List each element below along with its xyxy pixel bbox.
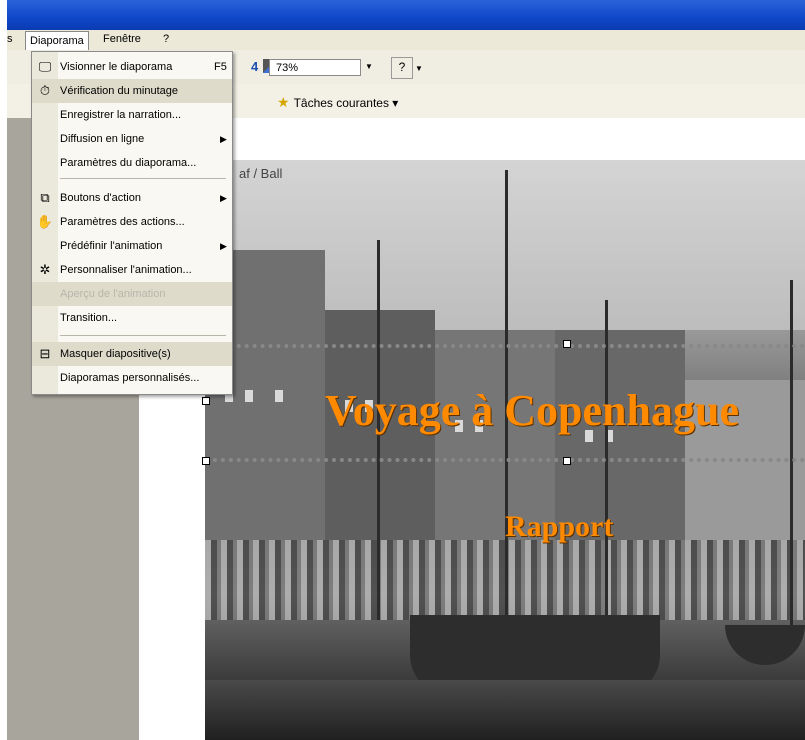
diaporama-dropdown-menu: 🖵 Visionner le diaporama F5 ⏱ Vérificati… [31,51,233,395]
zoom-dropdown-icon[interactable]: ▼ [365,62,373,71]
menu-item-label: Paramètres du diaporama... [60,157,197,169]
menu-item-label: Paramètres des actions... [60,216,185,228]
menu-item-label: Masquer diapositive(s) [60,348,171,360]
menu-item-custom-shows[interactable]: Diaporamas personnalisés... [32,366,232,390]
menu-bar: s Diaporama Fenêtre ? [7,30,805,50]
app-window: s Diaporama Fenêtre ? 4 73% ▼ ? ▼ ★ Tâche… [7,0,805,740]
menu-separator [60,335,226,336]
menu-help[interactable]: ? [163,33,169,45]
menu-item-label: Enregistrer la narration... [60,109,182,121]
chart-icon[interactable]: 4 [251,59,258,74]
menu-item-action-settings[interactable]: ✋ Paramètres des actions... [32,210,232,234]
star-icon: ★ [277,94,290,110]
menu-item-label: Vérification du minutage [60,85,179,97]
menu-diaporama[interactable]: Diaporama [25,31,89,50]
menu-item-edge[interactable]: s [7,33,13,45]
slide-subtitle[interactable]: Rapport [505,510,613,544]
custom-animation-icon: ✲ [39,262,51,277]
menu-item-label: Diffusion en ligne [60,133,145,145]
slide-title[interactable]: Voyage à Copenhague [325,385,739,436]
help-button[interactable]: ? [391,57,413,79]
menu-item-slideshow-settings[interactable]: Paramètres du diaporama... [32,151,232,175]
help-dropdown-icon[interactable]: ▼ [415,64,423,73]
action-buttons-icon: ⧉ [40,190,50,205]
shortcut-label: F5 [214,61,227,73]
projector-icon: 🖵 [38,59,52,74]
slide-text-layer: Voyage à Copenhague Rapport [205,160,805,740]
menu-item-rehearse-timings[interactable]: ⏱ Vérification du minutage [32,79,232,103]
menu-item-view-slideshow[interactable]: 🖵 Visionner le diaporama F5 [32,55,232,79]
tasks-label: Tâches courantes [293,96,389,110]
zoom-input[interactable]: 73% [269,59,361,76]
tasks-button[interactable]: ★ Tâches courantes ▾ [277,94,398,111]
submenu-arrow-icon: ▶ [220,193,227,203]
menu-item-label: Diaporamas personnalisés... [60,372,200,384]
submenu-arrow-icon: ▶ [220,241,227,251]
menu-item-preset-animation[interactable]: Prédéfinir l'animation ▶ [32,234,232,258]
menu-item-transition[interactable]: Transition... [32,306,232,330]
menu-item-animation-preview: Aperçu de l'animation [32,282,232,306]
menu-item-label: Visionner le diaporama [60,61,173,73]
title-bar [7,0,805,30]
menu-item-label: Aperçu de l'animation [60,288,166,300]
menu-item-action-buttons[interactable]: ⧉ Boutons d'action ▶ [32,186,232,210]
menu-item-online-broadcast[interactable]: Diffusion en ligne ▶ [32,127,232,151]
menu-item-custom-animation[interactable]: ✲ Personnaliser l'animation... [32,258,232,282]
submenu-arrow-icon: ▶ [220,134,227,144]
menu-item-label: Boutons d'action [60,192,141,204]
menu-item-record-narration[interactable]: Enregistrer la narration... [32,103,232,127]
menu-item-hide-slide[interactable]: ⊟ Masquer diapositive(s) [32,342,232,366]
action-settings-icon: ✋ [36,214,54,229]
menu-item-label: Personnaliser l'animation... [60,264,192,276]
menu-separator [60,178,226,179]
timer-icon: ⏱ [39,83,51,98]
hide-slide-icon: ⊟ [39,346,51,361]
menu-item-label: Prédéfinir l'animation [60,240,163,252]
menu-item-label: Transition... [60,312,118,324]
menu-fenetre[interactable]: Fenêtre [103,33,141,45]
